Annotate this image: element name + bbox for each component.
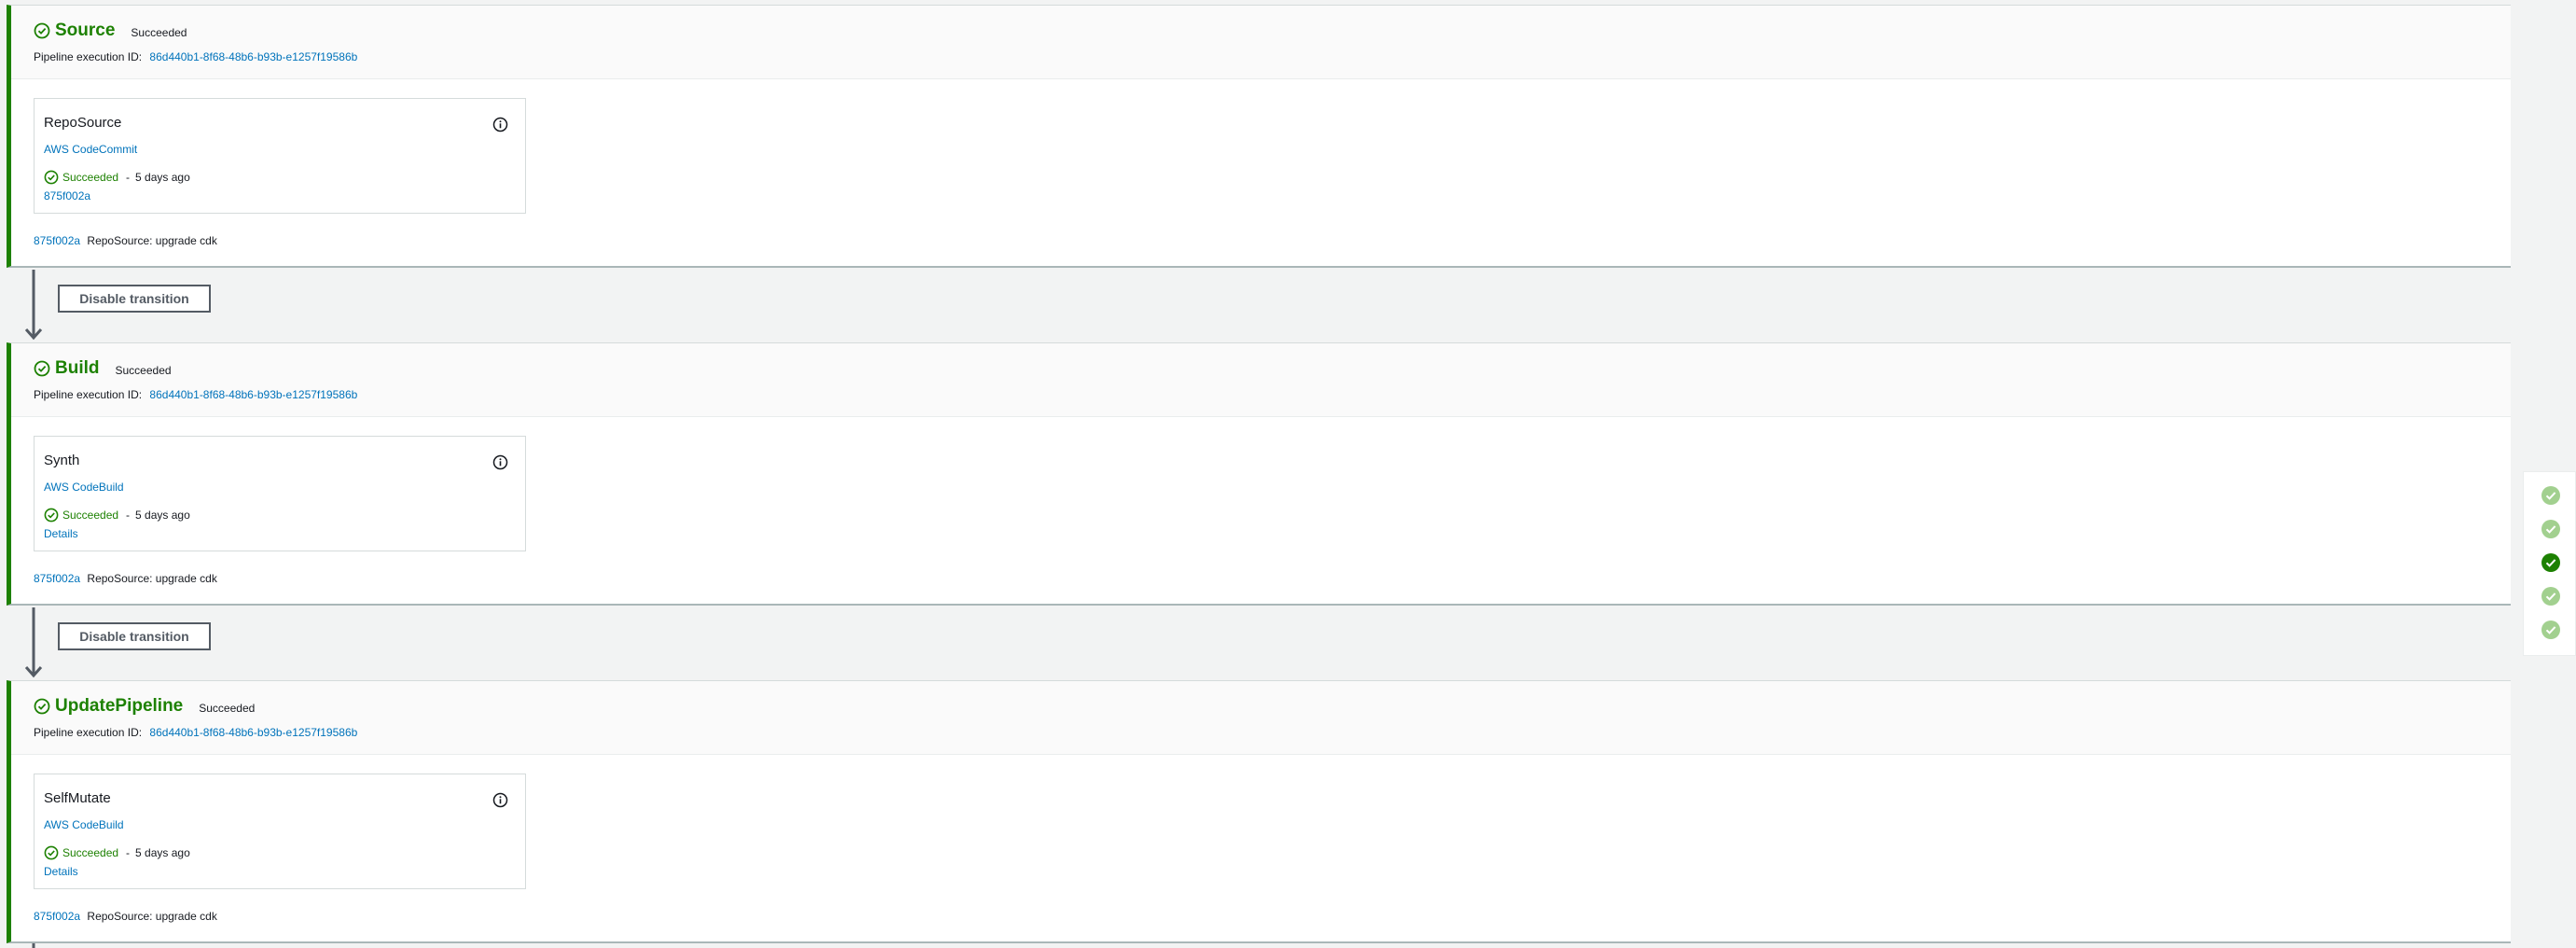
commit-message: RepoSource: upgrade cdk <box>87 910 217 923</box>
stage-build: Build Succeeded Pipeline execution ID: 8… <box>7 342 2511 606</box>
success-check-icon <box>34 360 50 377</box>
check-circle-icon[interactable] <box>2541 620 2561 640</box>
stage-status: Succeeded <box>115 363 172 377</box>
down-arrow-icon <box>24 270 43 341</box>
success-check-icon <box>34 22 50 39</box>
stage-source: Source Succeeded Pipeline execution ID: … <box>7 5 2511 268</box>
stage-name: Source <box>55 21 116 40</box>
commit-message: RepoSource: upgrade cdk <box>87 234 217 247</box>
down-arrow-icon <box>24 607 43 678</box>
execution-id-link[interactable]: 86d440b1-8f68-48b6-b93b-e1257f19586b <box>149 726 357 739</box>
transition-build-updatepipeline: Disable transition <box>21 606 394 682</box>
success-check-icon <box>44 170 59 185</box>
details-link[interactable]: Details <box>44 865 78 878</box>
stage-updatepipeline: UpdatePipeline Succeeded Pipeline execut… <box>7 680 2511 943</box>
disable-transition-button[interactable]: Disable transition <box>58 622 211 650</box>
action-provider-link[interactable]: AWS CodeBuild <box>44 818 124 831</box>
commit-id-link[interactable]: 875f002a <box>34 910 80 923</box>
success-check-icon <box>34 698 50 715</box>
action-time: 5 days ago <box>135 171 190 184</box>
action-card: SelfMutate AWS CodeBuild Succeeded - 5 d… <box>34 774 526 889</box>
action-status: Succeeded <box>62 171 119 184</box>
stage-header: UpdatePipeline Succeeded Pipeline execut… <box>11 681 2511 755</box>
action-status: Succeeded <box>62 509 119 522</box>
commit-id-link[interactable]: 875f002a <box>34 572 80 585</box>
check-circle-icon[interactable] <box>2541 586 2561 606</box>
check-circle-icon[interactable] <box>2541 519 2561 539</box>
stage-status: Succeeded <box>131 25 187 39</box>
stage-status: Succeeded <box>199 701 256 715</box>
action-card: Synth AWS CodeBuild Succeeded - 5 days a… <box>34 436 526 551</box>
separator: - <box>126 509 131 522</box>
action-provider-link[interactable]: AWS CodeCommit <box>44 143 137 156</box>
action-provider-link[interactable]: AWS CodeBuild <box>44 481 124 494</box>
down-arrow-icon <box>32 943 35 948</box>
action-time: 5 days ago <box>135 846 190 859</box>
success-check-icon <box>44 508 59 523</box>
action-card: RepoSource AWS CodeCommit Succeeded - 5 … <box>34 98 526 214</box>
separator: - <box>126 171 131 184</box>
execution-id-link[interactable]: 86d440b1-8f68-48b6-b93b-e1257f19586b <box>149 388 357 401</box>
action-name: SelfMutate <box>44 790 111 806</box>
execution-id-label: Pipeline execution ID: <box>34 50 143 63</box>
execution-id-label: Pipeline execution ID: <box>34 388 143 401</box>
stage-header: Source Succeeded Pipeline execution ID: … <box>11 6 2511 79</box>
info-icon[interactable] <box>492 117 508 132</box>
check-circle-icon[interactable] <box>2541 485 2561 506</box>
info-icon[interactable] <box>492 454 508 470</box>
success-check-icon <box>44 845 59 860</box>
transition-source-build: Disable transition <box>21 268 394 344</box>
disable-transition-button[interactable]: Disable transition <box>58 285 211 313</box>
action-time: 5 days ago <box>135 509 190 522</box>
commit-message: RepoSource: upgrade cdk <box>87 572 217 585</box>
details-link[interactable]: Details <box>44 527 78 540</box>
commit-id-link[interactable]: 875f002a <box>34 234 80 247</box>
commit-link[interactable]: 875f002a <box>44 189 90 202</box>
info-icon[interactable] <box>492 792 508 808</box>
stage-name: Build <box>55 358 100 378</box>
action-name: RepoSource <box>44 115 122 131</box>
stage-navigator <box>2523 471 2576 656</box>
stage-name: UpdatePipeline <box>55 696 184 716</box>
execution-id-label: Pipeline execution ID: <box>34 726 143 739</box>
check-circle-icon-active[interactable] <box>2541 552 2561 573</box>
execution-id-link[interactable]: 86d440b1-8f68-48b6-b93b-e1257f19586b <box>149 50 357 63</box>
separator: - <box>126 846 131 859</box>
stage-header: Build Succeeded Pipeline execution ID: 8… <box>11 343 2511 417</box>
action-name: Synth <box>44 453 80 468</box>
action-status: Succeeded <box>62 846 119 859</box>
